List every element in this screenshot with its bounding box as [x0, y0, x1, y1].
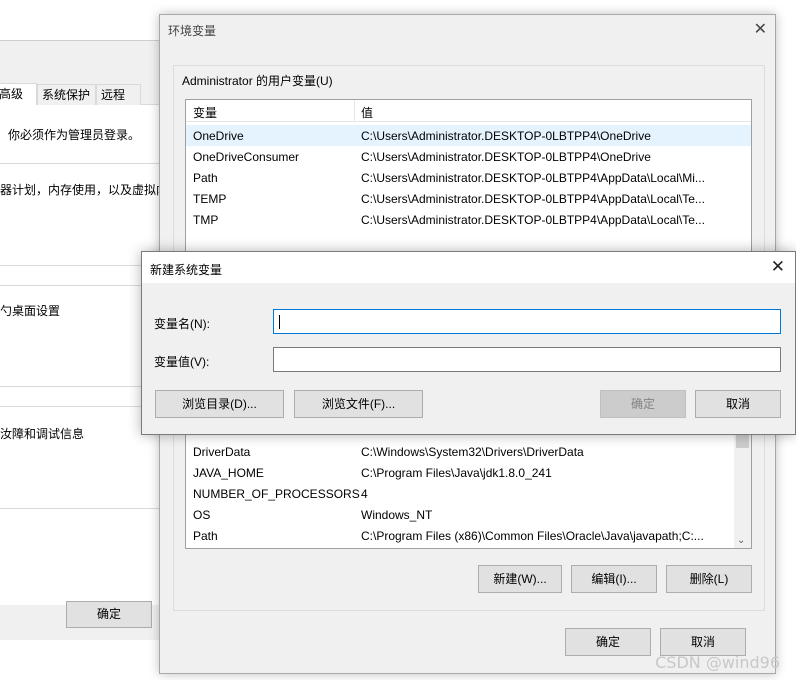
- performance-text: 器计划，内存使用，以及虚拟内: [0, 183, 169, 197]
- variable-value: Windows_NT: [361, 508, 433, 522]
- delete-variable-button[interactable]: 删除(L): [666, 565, 752, 593]
- variable-value: C:\Windows\System32\Drivers\DriverData: [361, 445, 584, 459]
- tab-system-protection-label: 系统保护: [42, 88, 91, 102]
- variable-value: C:\Users\Administrator.DESKTOP-0LBTPP4\A…: [361, 213, 705, 227]
- divider: [0, 406, 160, 407]
- divider: [0, 508, 160, 509]
- user-variables-list[interactable]: 变量 值 OneDrive C:\Users\Administrator.DES…: [185, 99, 752, 259]
- startup-recovery-text: 汝障和调试信息: [0, 427, 85, 441]
- variable-name-label: 变量名(N):: [154, 317, 210, 331]
- new-variable-button[interactable]: 新建(W)...: [478, 565, 562, 593]
- system-properties-window: 高级 系统保护 远程 你必须作为管理员登录。 器计划，内存使用，以及虚拟内 勺桌…: [0, 40, 168, 640]
- tab-remote[interactable]: 远程: [96, 84, 141, 105]
- variable-name: OneDrive: [193, 129, 244, 143]
- column-header-value[interactable]: 值: [361, 104, 373, 121]
- variable-name: Path: [193, 529, 218, 543]
- window-title: 环境变量: [168, 24, 217, 38]
- tab-system-protection[interactable]: 系统保护: [37, 84, 96, 105]
- table-row[interactable]: OneDriveConsumer C:\Users\Administrator.…: [186, 146, 751, 167]
- variable-value: C:\Program Files (x86)\Common Files\Orac…: [361, 529, 704, 543]
- divider: [0, 265, 160, 266]
- divider: [0, 285, 160, 286]
- variable-value: 4: [361, 487, 368, 501]
- close-icon[interactable]: ✕: [771, 257, 785, 277]
- variable-name: NUMBER_OF_PROCESSORS: [193, 487, 360, 501]
- table-row[interactable]: TEMP C:\Users\Administrator.DESKTOP-0LBT…: [186, 188, 751, 209]
- dialog-cancel-button[interactable]: 取消: [695, 390, 781, 418]
- table-row[interactable]: OS Windows_NT: [186, 504, 751, 525]
- table-row[interactable]: OneDrive C:\Users\Administrator.DESKTOP-…: [186, 125, 751, 146]
- table-row[interactable]: Path C:\Users\Administrator.DESKTOP-0LBT…: [186, 167, 751, 188]
- variable-value-input[interactable]: [273, 347, 781, 372]
- variable-value: C:\Program Files\Java\jdk1.8.0_241: [361, 466, 552, 480]
- tab-advanced-label: 高级: [0, 87, 24, 101]
- sysprops-ok-button[interactable]: 确定: [66, 601, 152, 628]
- cancel-button[interactable]: 取消: [660, 628, 746, 656]
- tab-remote-label: 远程: [101, 88, 126, 102]
- variable-name: TEMP: [193, 192, 227, 206]
- variable-value: C:\Users\Administrator.DESKTOP-0LBTPP4\O…: [361, 129, 651, 143]
- ok-button[interactable]: 确定: [565, 628, 651, 656]
- new-system-variable-dialog: 新建系统变量 ✕ 变量名(N): 变量值(V): 浏览目录(D)... 浏览文件…: [141, 251, 796, 435]
- variable-name: OS: [193, 508, 211, 522]
- table-row[interactable]: TMP C:\Users\Administrator.DESKTOP-0LBTP…: [186, 209, 751, 230]
- dialog-titlebar: 新建系统变量 ✕: [142, 252, 795, 283]
- variable-value: C:\Users\Administrator.DESKTOP-0LBTPP4\A…: [361, 171, 705, 185]
- divider: [0, 163, 160, 164]
- variable-name: TMP: [193, 213, 219, 227]
- tab-bar: 高级 系统保护 远程: [0, 83, 162, 106]
- browse-directory-button[interactable]: 浏览目录(D)...: [155, 390, 284, 418]
- text-caret: [279, 315, 280, 329]
- dialog-title: 新建系统变量: [150, 263, 223, 277]
- admin-note: 你必须作为管理员登录。: [8, 128, 141, 142]
- user-variables-group-label: Administrator 的用户变量(U): [180, 72, 335, 89]
- table-row[interactable]: DriverData C:\Windows\System32\Drivers\D…: [186, 441, 751, 462]
- divider: [0, 386, 160, 387]
- watermark: CSDN @wind96: [655, 653, 780, 672]
- chevron-down-icon[interactable]: ⌄: [737, 535, 745, 546]
- advanced-panel: 你必须作为管理员登录。 器计划，内存使用，以及虚拟内 勺桌面设置 汝障和调试信息: [0, 105, 168, 605]
- variable-value-label: 变量值(V):: [154, 355, 210, 369]
- tab-advanced[interactable]: 高级: [0, 83, 37, 106]
- variable-value: C:\Users\Administrator.DESKTOP-0LBTPP4\A…: [361, 192, 705, 206]
- column-header-variable[interactable]: 变量: [193, 104, 217, 121]
- close-icon[interactable]: ✕: [754, 19, 767, 39]
- variable-name: Path: [193, 171, 218, 185]
- variable-name: JAVA_HOME: [193, 466, 264, 480]
- column-divider[interactable]: [354, 100, 355, 122]
- edit-variable-button[interactable]: 编辑(I)...: [571, 565, 657, 593]
- variable-value: C:\Users\Administrator.DESKTOP-0LBTPP4\O…: [361, 150, 651, 164]
- table-row[interactable]: Path C:\Program Files (x86)\Common Files…: [186, 525, 751, 546]
- variable-name: DriverData: [193, 445, 251, 459]
- browse-file-button[interactable]: 浏览文件(F)...: [294, 390, 423, 418]
- table-row[interactable]: JAVA_HOME C:\Program Files\Java\jdk1.8.0…: [186, 462, 751, 483]
- variable-name: OneDriveConsumer: [193, 150, 300, 164]
- user-profile-text: 勺桌面设置: [0, 304, 61, 318]
- list-header: 变量 值: [186, 100, 751, 122]
- table-row[interactable]: NUMBER_OF_PROCESSORS 4: [186, 483, 751, 504]
- variable-name-input[interactable]: [273, 309, 781, 334]
- dialog-ok-button[interactable]: 确定: [600, 390, 686, 418]
